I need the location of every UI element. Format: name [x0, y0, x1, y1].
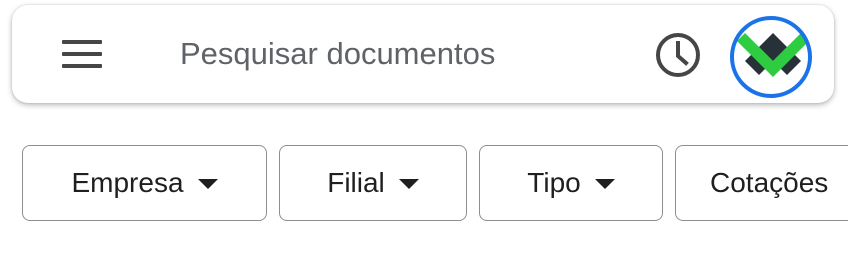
dropdown-arrow-icon	[197, 179, 218, 189]
search-bar	[12, 5, 834, 103]
filter-chip-label: Tipo	[527, 167, 581, 198]
hamburger-menu-button[interactable]	[58, 32, 102, 76]
avatar-logo-icon	[730, 16, 812, 98]
menu-icon-line	[62, 40, 102, 44]
filter-chip-label: Filial	[327, 167, 385, 198]
filter-chip-label: Empresa	[71, 167, 184, 198]
filter-chip-tipo[interactable]: Tipo	[479, 145, 663, 221]
filter-chip-cotacoes[interactable]: Cotações	[675, 145, 848, 221]
filter-chip-empresa[interactable]: Empresa	[22, 145, 267, 221]
menu-icon-line	[62, 52, 102, 56]
menu-icon-line	[62, 64, 102, 68]
filter-chip-label: Cotações	[710, 167, 829, 198]
history-clock-icon	[656, 33, 700, 77]
user-avatar-button[interactable]	[729, 15, 813, 99]
dropdown-arrow-icon	[398, 179, 419, 189]
history-button[interactable]	[652, 29, 704, 81]
filter-chip-filial[interactable]: Filial	[279, 145, 467, 221]
app-screen: Empresa Filial Tipo Cotações	[0, 0, 848, 256]
dropdown-arrow-icon	[594, 179, 615, 189]
search-input[interactable]	[180, 29, 620, 79]
